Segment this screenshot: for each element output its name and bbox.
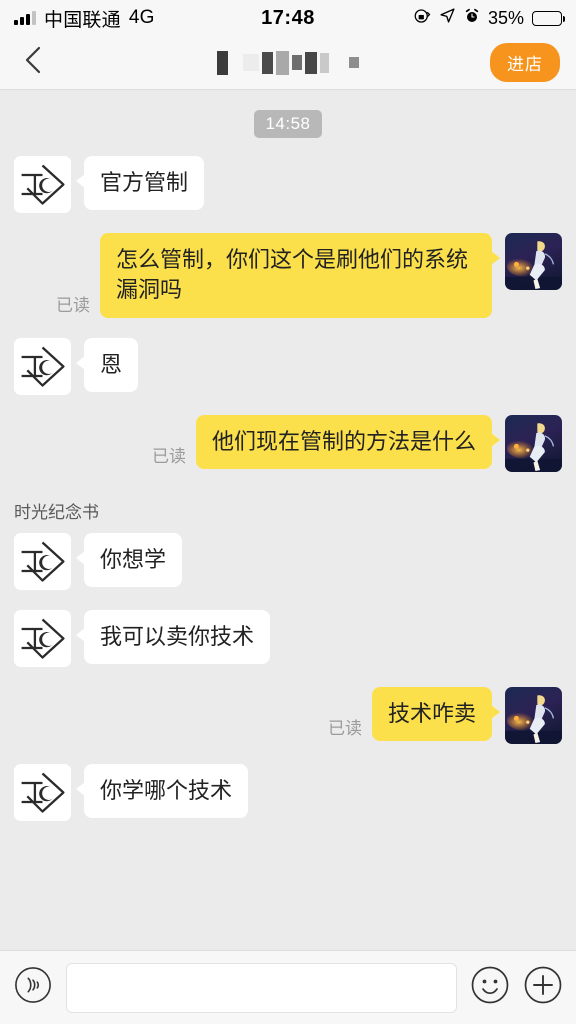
more-actions-button[interactable] — [523, 965, 563, 1010]
message-row: 你学哪个技术 — [0, 763, 576, 821]
anime-avatar-icon — [505, 414, 562, 472]
message-bubble[interactable]: 你想学 — [75, 532, 183, 588]
contact-avatar[interactable] — [14, 763, 71, 821]
battery-icon — [532, 10, 566, 26]
self-avatar[interactable] — [505, 233, 562, 290]
message-bubble[interactable]: 我可以卖你技术 — [75, 609, 271, 665]
status-bar-right: 35% — [413, 7, 566, 30]
message-list[interactable]: 14:58 官方管制 已读 怎么管制，你们这个是刷他们的系统漏洞吗 恩 已读 他… — [0, 90, 576, 950]
message-bubble[interactable]: 怎么管制，你们这个是刷他们的系统漏洞吗 — [100, 233, 500, 318]
message-input[interactable] — [66, 962, 457, 1013]
read-receipt-label: 已读 — [56, 295, 90, 315]
logo-glyph-icon — [14, 532, 71, 590]
anime-avatar-icon — [505, 686, 562, 744]
contact-avatar[interactable] — [14, 609, 71, 667]
message-row: 官方管制 — [0, 156, 576, 213]
timestamp-divider: 14:58 — [0, 110, 576, 138]
bubble-wrap: 已读 他们现在管制的方法是什么 — [151, 414, 505, 470]
self-avatar[interactable] — [505, 414, 562, 472]
navigation-bar: 进店 — [0, 36, 576, 90]
voice-input-button[interactable] — [13, 966, 53, 1009]
redacted-title-mosaic — [217, 50, 359, 76]
enter-shop-button[interactable]: 进店 — [490, 43, 560, 82]
bubble-wrap: 已读 技术咋卖 — [327, 686, 505, 742]
timestamp-label: 14:58 — [254, 110, 322, 138]
message-bubble[interactable]: 技术咋卖 — [371, 686, 501, 742]
message-bubble[interactable]: 你学哪个技术 — [75, 763, 249, 819]
self-avatar[interactable] — [505, 686, 562, 744]
contact-avatar[interactable] — [14, 337, 71, 395]
system-label: 时光纪念书 — [14, 502, 99, 522]
contact-avatar[interactable] — [14, 156, 71, 213]
message-row: 你想学 — [0, 532, 576, 590]
bubble-wrap: 我可以卖你技术 — [71, 609, 271, 665]
voice-wave-icon — [14, 966, 52, 1009]
battery-percent-label: 35% — [487, 7, 524, 28]
bubble-wrap: 官方管制 — [71, 156, 205, 211]
anime-avatar-icon — [505, 233, 562, 290]
back-button[interactable] — [16, 46, 50, 80]
message-row: 我可以卖你技术 — [0, 609, 576, 667]
chat-screen: 中国联通 4G 17:48 35% 进店 14:58 官方管制 已读 怎么管制，… — [0, 0, 576, 1024]
contact-avatar[interactable] — [14, 532, 71, 590]
message-row: 已读 技术咋卖 — [0, 686, 576, 744]
message-row: 恩 — [0, 337, 576, 395]
status-bar: 中国联通 4G 17:48 35% — [0, 0, 576, 36]
logo-glyph-icon — [14, 156, 71, 213]
read-receipt-label: 已读 — [327, 719, 362, 739]
read-receipt-label: 已读 — [151, 447, 186, 467]
bubble-wrap: 恩 — [71, 337, 139, 393]
rotation-lock-icon — [413, 7, 431, 30]
smiley-face-icon — [470, 965, 510, 1010]
message-row: 已读 他们现在管制的方法是什么 — [0, 414, 576, 472]
message-bubble[interactable]: 恩 — [75, 337, 139, 393]
chevron-left-icon — [22, 45, 44, 80]
signal-icon — [14, 11, 36, 25]
message-bubble[interactable]: 他们现在管制的方法是什么 — [195, 414, 501, 470]
bubble-wrap: 你想学 — [71, 532, 183, 588]
logo-glyph-icon — [14, 609, 71, 667]
message-input-bar — [0, 950, 576, 1024]
logo-glyph-icon — [14, 337, 71, 395]
status-bar-left: 中国联通 4G — [14, 5, 155, 32]
emoji-button[interactable] — [470, 965, 510, 1010]
plus-circle-icon — [523, 965, 563, 1010]
bubble-wrap: 你学哪个技术 — [71, 763, 249, 819]
message-row: 已读 怎么管制，你们这个是刷他们的系统漏洞吗 — [0, 233, 576, 318]
location-arrow-icon — [439, 7, 456, 29]
clock-label: 17:48 — [261, 6, 315, 29]
message-bubble[interactable]: 官方管制 — [75, 156, 205, 211]
logo-glyph-icon — [14, 763, 71, 821]
network-type-label: 4G — [128, 7, 155, 28]
carrier-label: 中国联通 — [44, 9, 121, 31]
bubble-wrap: 已读 怎么管制，你们这个是刷他们的系统漏洞吗 — [56, 233, 505, 318]
alarm-clock-icon — [464, 8, 480, 29]
